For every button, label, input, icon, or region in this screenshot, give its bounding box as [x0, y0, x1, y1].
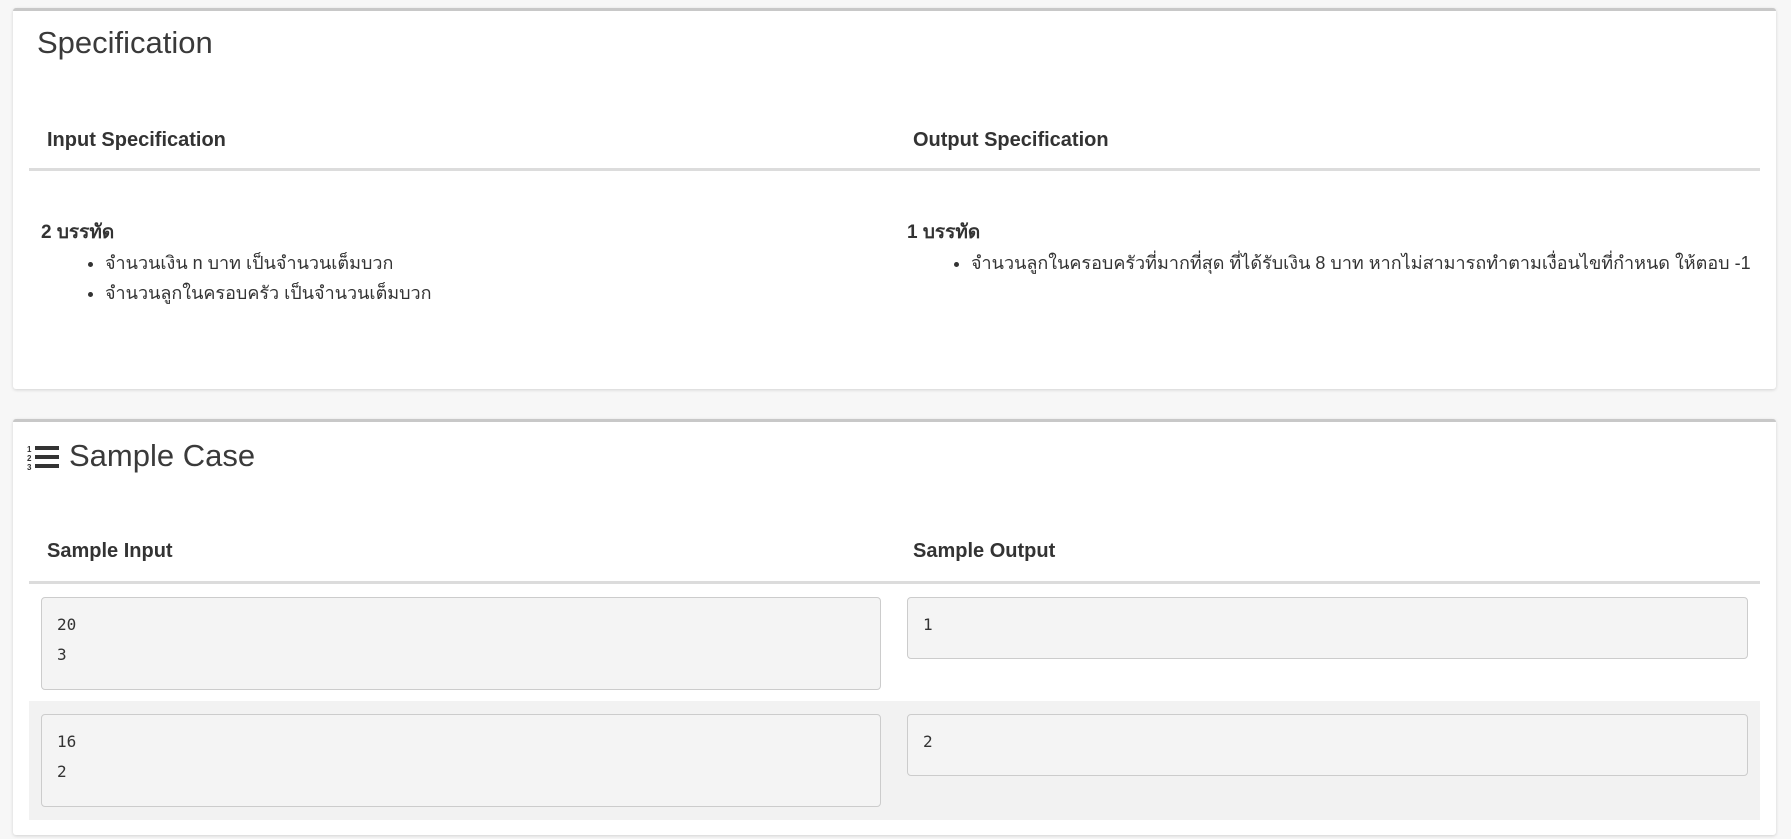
- svg-text:1: 1: [27, 445, 32, 454]
- header-divider: [29, 581, 1760, 584]
- sample-input-header: Sample Input: [47, 540, 173, 562]
- output-line-count: 1 บรรทัด: [907, 222, 981, 243]
- sample-output-box[interactable]: 2: [907, 714, 1748, 776]
- sample-case-title: 1 2 3 Sample Case: [27, 438, 255, 474]
- sample-output-box[interactable]: 1: [907, 597, 1748, 659]
- sample-case-title-text: Sample Case: [69, 438, 256, 473]
- sample-case-card: 1 2 3 Sample Case Sample Input Sample Ou…: [13, 419, 1776, 835]
- sample-input-box[interactable]: 16 2: [41, 714, 881, 807]
- input-specification: 2 บรรทัด จำนวนเงิน n บาท เป็นจำนวนเต็มบว…: [41, 217, 881, 308]
- specification-card: Specification Input Specification Output…: [13, 8, 1776, 389]
- output-item: จำนวนลูกในครอบครัวที่มากที่สุด ที่ได้รับ…: [971, 248, 1757, 278]
- input-item: จำนวนลูกในครอบครัว เป็นจำนวนเต็มบวก: [105, 278, 881, 308]
- input-specification-header: Input Specification: [47, 129, 226, 151]
- output-specification: 1 บรรทัด จำนวนลูกในครอบครัวที่มากที่สุด …: [907, 217, 1757, 278]
- specification-title: Specification: [37, 25, 213, 60]
- svg-text:2: 2: [27, 454, 32, 463]
- output-specification-header: Output Specification: [913, 129, 1109, 151]
- header-divider: [29, 168, 1760, 171]
- svg-text:3: 3: [27, 463, 32, 472]
- sample-input-box[interactable]: 20 3: [41, 597, 881, 690]
- input-line-count: 2 บรรทัด: [41, 222, 115, 243]
- input-item: จำนวนเงิน n บาท เป็นจำนวนเต็มบวก: [105, 248, 881, 278]
- list-ol-icon: 1 2 3: [27, 445, 59, 472]
- sample-output-header: Sample Output: [913, 540, 1056, 562]
